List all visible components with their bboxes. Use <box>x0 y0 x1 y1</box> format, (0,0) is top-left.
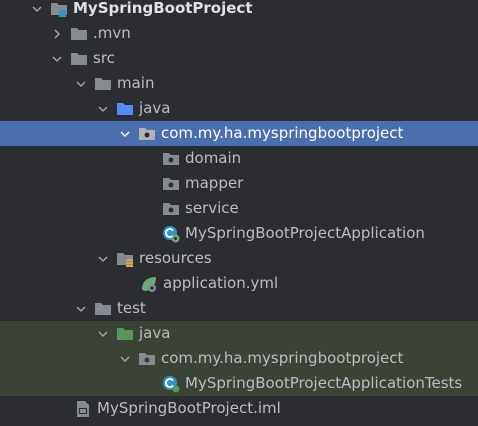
chevron-down-icon[interactable] <box>118 127 132 141</box>
chevron-down-icon[interactable] <box>30 2 44 16</box>
chevron-down-icon[interactable] <box>96 252 110 266</box>
tree-node-mvn[interactable]: .mvn <box>0 21 478 46</box>
tree-node-label: com.my.ha.myspringbootproject <box>161 124 404 142</box>
tree-node-label: service <box>185 199 239 217</box>
tree-node-label: resources <box>139 249 212 267</box>
resources-folder-icon <box>116 250 134 268</box>
source-folder-icon <box>116 100 134 118</box>
chevron-down-icon[interactable] <box>50 52 64 66</box>
tree-node-label: java <box>139 324 171 342</box>
tree-node-label: java <box>139 99 171 117</box>
spring-config-file-icon <box>140 275 158 293</box>
package-icon <box>138 350 156 368</box>
tree-node-label: MySpringBootProjectApplication <box>185 224 425 242</box>
tree-node-test[interactable]: test <box>0 296 478 321</box>
tree-node-resources[interactable]: resources <box>0 246 478 271</box>
tree-node-label: src <box>93 49 115 67</box>
chevron-right-icon[interactable] <box>50 27 64 41</box>
tree-node-label: MySpringBootProject <box>73 0 253 17</box>
chevron-down-icon[interactable] <box>74 302 88 316</box>
test-class-icon <box>162 375 180 393</box>
project-tree: MySpringBootProject .mvn src main java c… <box>0 0 478 426</box>
package-icon <box>162 150 180 168</box>
tree-node-label: main <box>117 74 155 92</box>
tree-node-label: .mvn <box>93 24 131 42</box>
folder-icon <box>94 75 112 93</box>
tree-node-mapper[interactable]: mapper <box>0 171 478 196</box>
folder-icon <box>70 25 88 43</box>
tree-node-app-class[interactable]: MySpringBootProjectApplication <box>0 221 478 246</box>
folder-icon <box>94 300 112 318</box>
package-icon <box>162 175 180 193</box>
module-folder-icon <box>50 0 68 18</box>
tree-node-label: com.my.ha.myspringbootproject <box>161 349 404 367</box>
spring-boot-class-icon <box>162 225 180 243</box>
package-icon <box>162 200 180 218</box>
tree-node-test-package[interactable]: com.my.ha.myspringbootproject <box>0 346 478 371</box>
tree-node-iml-file[interactable]: MySpringBootProject.iml <box>0 396 478 421</box>
tree-node-label: MySpringBootProject.iml <box>97 399 281 417</box>
tree-node-test-java[interactable]: java <box>0 321 478 346</box>
tree-node-label: mapper <box>185 174 244 192</box>
chevron-down-icon[interactable] <box>96 102 110 116</box>
package-icon <box>138 125 156 143</box>
tree-node-main[interactable]: main <box>0 71 478 96</box>
tree-node-label: test <box>117 299 146 317</box>
test-source-folder-icon <box>116 325 134 343</box>
tree-node-root[interactable]: MySpringBootProject <box>0 0 478 21</box>
chevron-down-icon[interactable] <box>96 327 110 341</box>
tree-node-label: application.yml <box>163 274 279 292</box>
tree-node-main-package[interactable]: com.my.ha.myspringbootproject <box>0 121 478 146</box>
tree-node-label: domain <box>185 149 242 167</box>
tree-node-src[interactable]: src <box>0 46 478 71</box>
tree-node-service[interactable]: service <box>0 196 478 221</box>
tree-node-application-yml[interactable]: application.yml <box>0 271 478 296</box>
chevron-down-icon[interactable] <box>118 352 132 366</box>
tree-node-test-class[interactable]: MySpringBootProjectApplicationTests <box>0 371 478 396</box>
folder-icon <box>70 50 88 68</box>
chevron-down-icon[interactable] <box>74 77 88 91</box>
tree-node-label: MySpringBootProjectApplicationTests <box>185 374 463 392</box>
tree-node-domain[interactable]: domain <box>0 146 478 171</box>
tree-node-main-java[interactable]: java <box>0 96 478 121</box>
iml-file-icon <box>74 400 92 418</box>
